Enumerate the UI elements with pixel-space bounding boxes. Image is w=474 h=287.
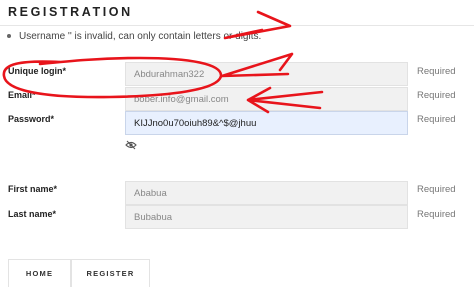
register-button[interactable]: REGISTER <box>71 259 150 287</box>
login-label: Unique login* <box>8 66 66 76</box>
email-label: Email* <box>8 90 36 100</box>
last-name-label: Last name* <box>8 209 57 219</box>
password-label: Password* <box>8 114 55 124</box>
password-input[interactable] <box>125 111 408 135</box>
first-name-required: Required <box>417 184 456 195</box>
home-button[interactable]: HOME <box>8 259 71 287</box>
error-message: Username '' is invalid, can only contain… <box>7 30 261 44</box>
login-required: Required <box>417 66 456 77</box>
last-name-input[interactable] <box>125 205 408 229</box>
title-divider <box>0 25 474 26</box>
bullet-icon <box>7 34 11 39</box>
error-text: Username '' is invalid, can only contain… <box>19 31 262 42</box>
login-input[interactable] <box>125 62 408 86</box>
first-name-input[interactable] <box>125 181 408 205</box>
email-input[interactable] <box>125 87 408 111</box>
password-required: Required <box>417 114 456 125</box>
last-name-required: Required <box>417 209 456 220</box>
page-title: REGISTRATION <box>8 5 133 19</box>
email-required: Required <box>417 90 456 101</box>
eye-slash-icon[interactable] <box>125 137 137 150</box>
first-name-label: First name* <box>8 184 58 194</box>
